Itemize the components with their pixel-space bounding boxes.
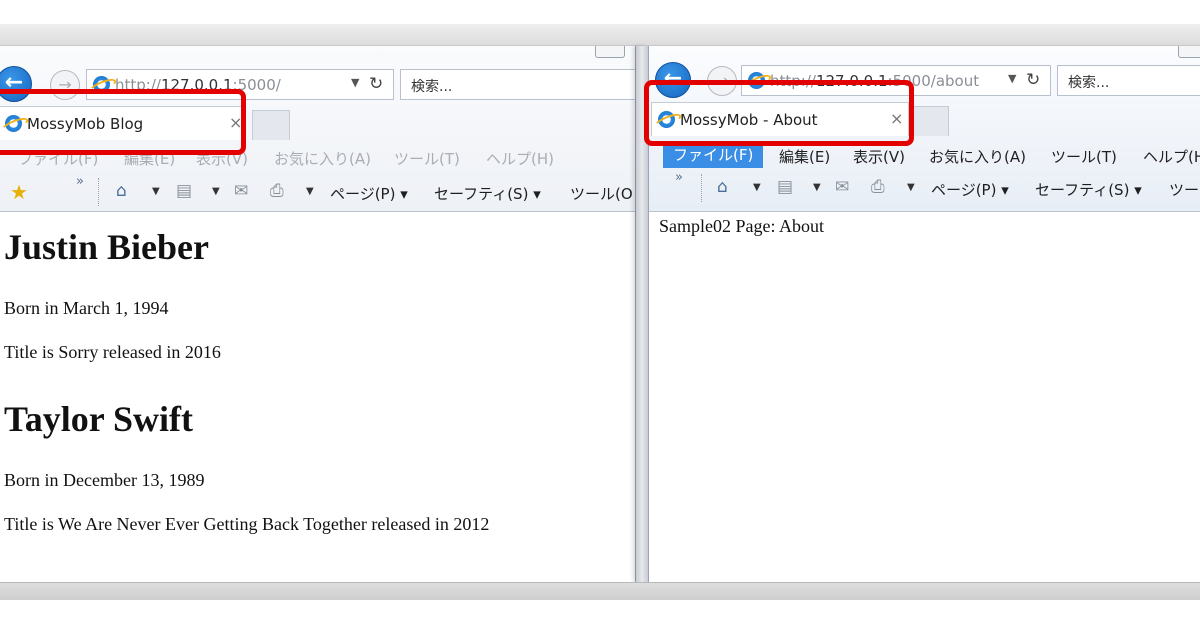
ie-logo-icon <box>748 72 765 89</box>
search-input[interactable]: 検索... <box>400 69 635 100</box>
window-divider <box>636 46 648 582</box>
menu-file[interactable]: ファイル(F) <box>18 148 98 169</box>
tab-mossymob-blog[interactable]: MossyMob Blog × <box>0 106 246 140</box>
print-icon[interactable]: ⎙ <box>270 181 284 201</box>
menu-bar: ファイル(F) 編集(E) 表示(V) お気に入り(A) ツール(T) ヘルプ(… <box>0 142 635 172</box>
page-content: Sample02 Page: About <box>649 208 1200 582</box>
address-bar[interactable]: http://127.0.0.1:5000/ ▼ ↻ <box>86 69 394 100</box>
command-bar: ★ » ⌂ ▼ ▤ ▼ ✉ ⎙ ▼ ページ(P) ▾ セーフティ(S) ▾ ツー… <box>0 174 635 210</box>
home-dropdown-icon[interactable]: ▼ <box>152 186 160 197</box>
tab-label: MossyMob - About <box>680 111 818 129</box>
menu-edit[interactable]: 編集(E) <box>779 146 830 167</box>
menu-help[interactable]: ヘルプ(H <box>1143 146 1200 167</box>
refresh-icon[interactable]: ↻ <box>369 74 383 94</box>
artist-title: Title is We Are Never Ever Getting Back … <box>4 514 490 534</box>
artist-born: Born in March 1, 1994 <box>4 298 169 318</box>
search-input[interactable]: 検索... <box>1057 65 1200 96</box>
tab-mossymob-about[interactable]: MossyMob - About × <box>651 102 909 136</box>
page-content: Justin Bieber Born in March 1, 1994 Titl… <box>0 212 635 582</box>
address-dropdown-icon[interactable]: ▼ <box>351 76 359 89</box>
tab-strip: MossyMob - About × <box>649 100 1200 138</box>
favorites-star-icon[interactable]: ★ <box>10 180 28 204</box>
window-control-button[interactable] <box>595 46 625 58</box>
chevron-double-right-icon[interactable]: » <box>76 174 84 189</box>
menu-tools[interactable]: ツール(T) <box>394 148 460 169</box>
menu-edit[interactable]: 編集(E) <box>124 148 175 169</box>
command-safety[interactable]: セーフティ(S) ▾ <box>1035 179 1142 200</box>
menu-file[interactable]: ファイル(F) <box>663 142 764 168</box>
command-tools[interactable]: ツール(O <box>570 183 633 204</box>
artist-title: Title is Sorry released in 2016 <box>4 342 221 362</box>
menu-help[interactable]: ヘルプ(H) <box>486 148 554 169</box>
forward-arrow-icon[interactable]: → <box>50 70 80 100</box>
navigation-bar: ← → http://127.0.0.1:5000/about ▼ ↻ 検索..… <box>649 60 1200 100</box>
navigation-bar: ← → http://127.0.0.1:5000/ ▼ ↻ 検索... <box>0 64 635 104</box>
address-url: http://127.0.0.1:5000/about <box>770 72 980 90</box>
back-arrow-icon[interactable]: ← <box>0 66 32 102</box>
print-dropdown-icon[interactable]: ▼ <box>907 182 915 193</box>
menu-favorites[interactable]: お気に入り(A) <box>929 146 1026 167</box>
command-page[interactable]: ページ(P) ▾ <box>931 179 1009 200</box>
feed-dropdown-icon[interactable]: ▼ <box>212 186 220 197</box>
tab-strip: MossyMob Blog × <box>0 104 635 142</box>
toolbar-separator <box>98 178 99 206</box>
ie-logo-icon <box>658 111 675 128</box>
tab-label: MossyMob Blog <box>27 115 144 133</box>
address-bar[interactable]: http://127.0.0.1:5000/about ▼ ↻ <box>741 65 1051 96</box>
print-icon[interactable]: ⎙ <box>871 177 885 197</box>
feed-dropdown-icon[interactable]: ▼ <box>813 182 821 193</box>
menu-tools[interactable]: ツール(T) <box>1051 146 1117 167</box>
menu-view[interactable]: 表示(V) <box>853 146 905 167</box>
forward-arrow-icon[interactable]: → <box>707 66 737 96</box>
home-icon[interactable]: ⌂ <box>116 181 127 201</box>
artist-born: Born in December 13, 1989 <box>4 470 205 490</box>
new-tab-button[interactable] <box>911 106 949 136</box>
back-arrow-icon[interactable]: ← <box>655 62 691 98</box>
ie-logo-icon <box>93 76 110 93</box>
command-page[interactable]: ページ(P) ▾ <box>330 183 408 204</box>
refresh-icon[interactable]: ↻ <box>1026 70 1040 90</box>
address-url: http://127.0.0.1:5000/ <box>115 76 281 94</box>
print-dropdown-icon[interactable]: ▼ <box>306 186 314 197</box>
browser-window-blog: ← → http://127.0.0.1:5000/ ▼ ↻ 検索... Mos… <box>0 46 636 582</box>
toolbar-separator <box>701 174 702 202</box>
window-control-button[interactable] <box>1178 46 1200 58</box>
browser-chrome: ← → http://127.0.0.1:5000/ ▼ ↻ 検索... Mos… <box>0 46 635 212</box>
about-text: Sample02 Page: About <box>659 216 824 236</box>
mail-icon[interactable]: ✉ <box>835 177 849 197</box>
command-bar: » ⌂ ▼ ▤ ▼ ✉ ⎙ ▼ ページ(P) ▾ セーフティ(S) ▾ ツー <box>649 170 1200 206</box>
menu-bar: ファイル(F) 編集(E) 表示(V) お気に入り(A) ツール(T) ヘルプ(… <box>649 140 1200 170</box>
close-icon[interactable]: × <box>890 109 903 128</box>
feed-icon[interactable]: ▤ <box>777 177 793 197</box>
screenshot-frame-bottom <box>0 582 1200 600</box>
menu-favorites[interactable]: お気に入り(A) <box>274 148 371 169</box>
command-safety[interactable]: セーフティ(S) ▾ <box>434 183 541 204</box>
chevron-double-right-icon[interactable]: » <box>675 170 683 185</box>
browser-chrome: ← → http://127.0.0.1:5000/about ▼ ↻ 検索..… <box>649 46 1200 212</box>
artist-name: Taylor Swift <box>4 399 194 439</box>
home-icon[interactable]: ⌂ <box>717 177 728 197</box>
ie-logo-icon <box>5 115 22 132</box>
browser-window-about: ← → http://127.0.0.1:5000/about ▼ ↻ 検索..… <box>648 46 1200 582</box>
mail-icon[interactable]: ✉ <box>234 181 248 201</box>
screenshot-frame-top <box>0 24 1200 46</box>
artist-name: Justin Bieber <box>4 227 210 267</box>
command-tools[interactable]: ツー <box>1169 179 1199 200</box>
new-tab-button[interactable] <box>252 110 290 140</box>
address-dropdown-icon[interactable]: ▼ <box>1008 72 1016 85</box>
home-dropdown-icon[interactable]: ▼ <box>753 182 761 193</box>
close-icon[interactable]: × <box>229 113 242 132</box>
menu-view[interactable]: 表示(V) <box>196 148 248 169</box>
feed-icon[interactable]: ▤ <box>176 181 192 201</box>
